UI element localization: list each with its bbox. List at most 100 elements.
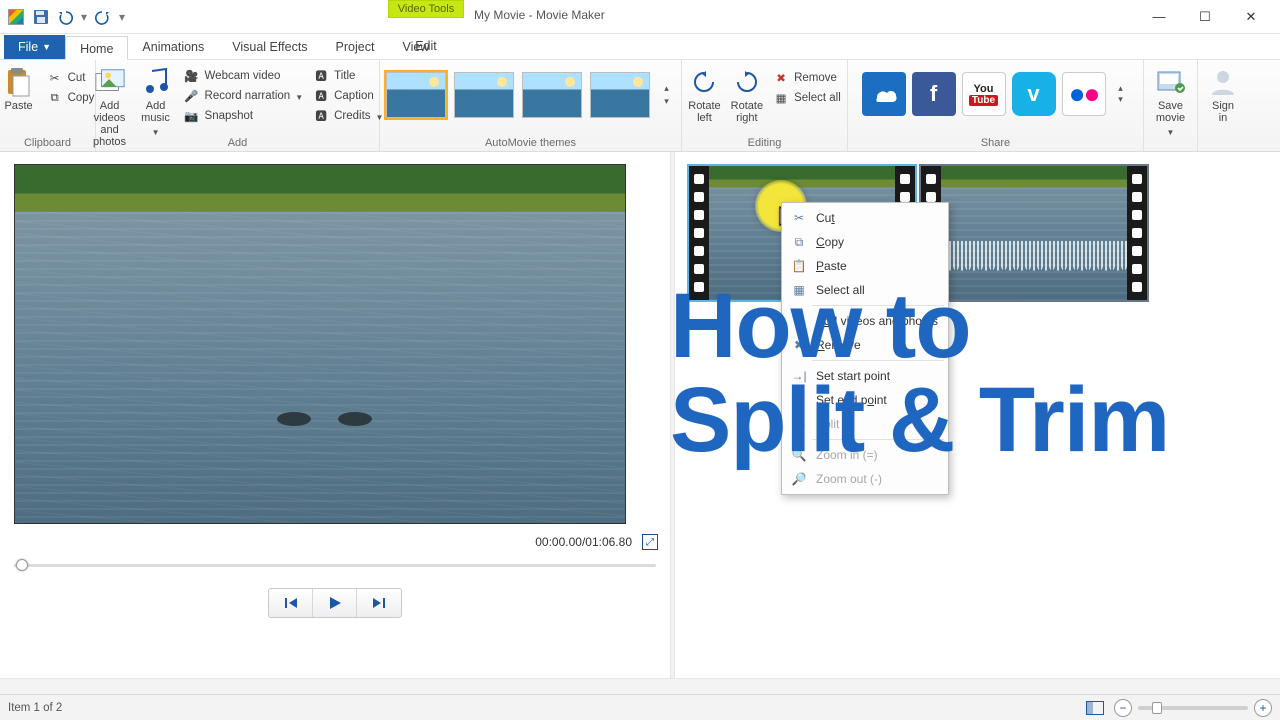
qat-customize[interactable]: ▾: [116, 6, 128, 28]
narration-button[interactable]: 🎤Record narration▼: [180, 86, 308, 106]
zoom-out-button[interactable]: −: [1114, 699, 1132, 717]
music-icon: [140, 66, 172, 98]
tab-home[interactable]: Home: [65, 36, 128, 60]
workspace: 00:00.00/01:06.80 ⤢: [0, 152, 1280, 694]
snapshot-button[interactable]: 📷Snapshot: [180, 106, 308, 126]
ctx-remove[interactable]: ✖Remove: [784, 333, 946, 357]
remove-button[interactable]: ✖Remove: [769, 68, 845, 88]
maximize-button[interactable]: ☐: [1182, 3, 1228, 31]
window-title: My Movie - Movie Maker: [474, 8, 605, 22]
file-tab-label: File: [18, 40, 38, 54]
x-icon: ✖: [773, 70, 789, 86]
group-themes: ▴▾ AutoMovie themes: [380, 60, 682, 151]
select-all-button[interactable]: ▦Select all: [769, 88, 845, 108]
app-icon: [8, 9, 24, 25]
credits-button[interactable]: 🅰Credits▼: [309, 106, 387, 126]
preview-monitor: [14, 164, 626, 524]
status-bar: Item 1 of 2 − +: [0, 694, 1280, 720]
group-share: f YouTube v ●● ▴▾ Share: [848, 60, 1144, 151]
view-toggle[interactable]: [1086, 701, 1104, 715]
themes-more[interactable]: ▴▾: [658, 72, 676, 118]
share-facebook[interactable]: f: [912, 72, 956, 116]
group-clipboard: Paste ✂ Cut ⧉ Copy Clipboard: [0, 60, 96, 151]
group-signin: Signin: [1198, 60, 1248, 151]
rotate-left-icon: [688, 66, 720, 98]
preview-pane: 00:00.00/01:06.80 ⤢: [0, 152, 670, 694]
ctx-set-end-point[interactable]: |←Set end point: [784, 388, 946, 412]
rotate-left-button[interactable]: Rotateleft: [684, 64, 724, 126]
ctx-copy[interactable]: ⧉Copy: [784, 230, 946, 254]
photos-icon: [94, 66, 126, 98]
tab-animations[interactable]: Animations: [128, 35, 218, 59]
select-all-icon: ▦: [773, 90, 789, 106]
webcam-button[interactable]: 🎥Webcam video: [180, 66, 308, 86]
credits-icon: 🅰: [313, 108, 329, 124]
paste-icon: [3, 66, 35, 98]
save-movie-button[interactable]: Savemovie ▼: [1149, 64, 1193, 139]
qat-save[interactable]: [30, 6, 52, 28]
share-flickr[interactable]: ●●: [1062, 72, 1106, 116]
tab-visual-effects[interactable]: Visual Effects: [218, 35, 321, 59]
title-button[interactable]: 🅰Title: [309, 66, 387, 86]
status-item-count: Item 1 of 2: [8, 702, 62, 714]
prev-frame-button[interactable]: [269, 589, 313, 617]
tab-project[interactable]: Project: [322, 35, 389, 59]
clip-2[interactable]: [919, 164, 1149, 302]
seek-slider[interactable]: [14, 558, 656, 572]
paste-label: Paste: [5, 100, 33, 112]
transport-controls: [12, 588, 658, 618]
group-save-movie: Savemovie ▼: [1144, 60, 1198, 151]
share-youtube[interactable]: YouTube: [962, 72, 1006, 116]
tab-edit[interactable]: Edit: [388, 34, 464, 58]
fullscreen-button[interactable]: ⤢: [642, 534, 658, 550]
storyboard-pane[interactable]: ✂Cut⧉Copy📋Paste▦Select all ＋Add videos an…: [675, 152, 1280, 694]
qat-undo[interactable]: [54, 6, 76, 28]
share-more[interactable]: ▴▾: [1112, 72, 1130, 116]
audio-waveform: [941, 241, 1147, 281]
title-icon: 🅰: [313, 68, 329, 84]
minimize-button[interactable]: —: [1136, 3, 1182, 31]
rotate-right-button[interactable]: Rotateright: [727, 64, 767, 126]
time-display: 00:00.00/01:06.80: [535, 535, 632, 549]
quick-access-toolbar: ▾ ▾: [0, 0, 134, 33]
next-frame-button[interactable]: [357, 589, 401, 617]
share-skydrive[interactable]: [862, 72, 906, 116]
rotate-right-icon: [731, 66, 763, 98]
ctx-paste[interactable]: 📋Paste: [784, 254, 946, 278]
camera-icon: 📷: [184, 108, 200, 124]
ctx-add-videos-and-photos[interactable]: ＋Add videos and photos: [784, 309, 946, 333]
paste-button[interactable]: Paste: [0, 64, 41, 114]
file-tab[interactable]: File▼: [4, 35, 65, 59]
scissors-icon: ✂: [47, 70, 63, 86]
horizontal-scrollbar[interactable]: [0, 678, 1280, 694]
mic-icon: 🎤: [184, 88, 200, 104]
theme-thumb-3[interactable]: [522, 72, 582, 118]
ctx-zoom-out-: 🔎Zoom out (-): [784, 467, 946, 491]
zoom-control: − +: [1114, 699, 1272, 717]
share-vimeo[interactable]: v: [1012, 72, 1056, 116]
add-music-button[interactable]: Addmusic ▼: [134, 64, 178, 139]
theme-thumb-4[interactable]: [590, 72, 650, 118]
ctx-split: —Split: [784, 412, 946, 436]
group-add: Add videosand photos Addmusic ▼ 🎥Webcam …: [96, 60, 380, 151]
theme-thumb-1[interactable]: [386, 72, 446, 118]
contextual-tab-header: Video Tools: [388, 0, 464, 18]
zoom-slider[interactable]: [1138, 706, 1248, 710]
ctx-set-start-point[interactable]: →|Set start point: [784, 364, 946, 388]
ctx-cut[interactable]: ✂Cut: [784, 206, 946, 230]
theme-thumb-2[interactable]: [454, 72, 514, 118]
close-button[interactable]: ✕: [1228, 3, 1274, 31]
zoom-in-button[interactable]: +: [1254, 699, 1272, 717]
ctx-zoom-in-: 🔍Zoom in (=): [784, 443, 946, 467]
signin-button[interactable]: Signin: [1201, 64, 1245, 126]
user-icon: [1207, 66, 1239, 98]
qat-undo-drop[interactable]: ▾: [78, 6, 90, 28]
caption-button[interactable]: 🅰Caption: [309, 86, 387, 106]
save-movie-icon: [1155, 66, 1187, 98]
preview-frame: [15, 165, 625, 523]
ctx-select-all[interactable]: ▦Select all: [784, 278, 946, 302]
caption-icon: 🅰: [313, 88, 329, 104]
qat-redo[interactable]: [92, 6, 114, 28]
webcam-icon: 🎥: [184, 68, 200, 84]
play-button[interactable]: [313, 589, 357, 617]
